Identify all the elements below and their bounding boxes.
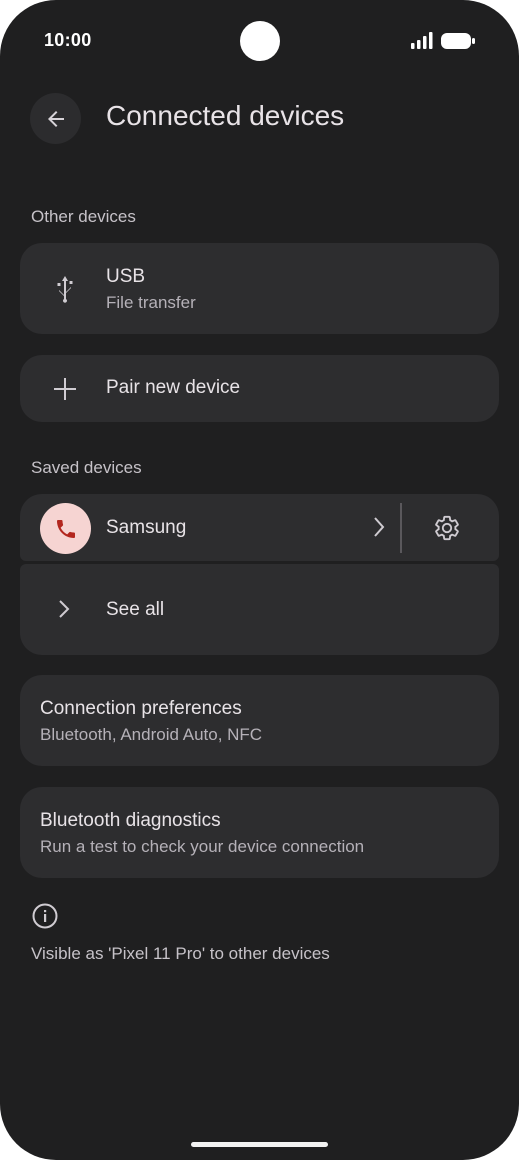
connection-preferences-title: Connection preferences — [40, 698, 242, 719]
connection-preferences-item[interactable]: Connection preferences Bluetooth, Androi… — [20, 675, 499, 766]
phone-screen: 10:00 Connected devices Other devices US… — [0, 0, 519, 1160]
usb-icon — [52, 274, 78, 304]
back-button[interactable] — [30, 93, 81, 144]
navigation-handle[interactable] — [191, 1142, 328, 1147]
saved-devices-label: Saved devices — [31, 458, 142, 477]
pair-new-device-label: Pair new device — [106, 377, 241, 398]
bluetooth-diagnostics-subtitle: Run a test to check your device connecti… — [40, 837, 365, 856]
bluetooth-diagnostics-title: Bluetooth diagnostics — [40, 810, 221, 831]
arrow-back-icon — [47, 110, 64, 127]
device-avatar — [40, 503, 91, 554]
signal-icon — [411, 32, 433, 49]
pair-new-device-item[interactable]: Pair new device — [20, 355, 499, 422]
connection-preferences-subtitle: Bluetooth, Android Auto, NFC — [40, 725, 263, 744]
camera-cutout — [240, 21, 280, 61]
chevron-right-icon[interactable] — [369, 516, 389, 538]
bluetooth-diagnostics-item[interactable]: Bluetooth diagnostics Run a test to chec… — [20, 787, 499, 878]
battery-icon — [441, 33, 475, 49]
visibility-text: Visible as 'Pixel 11 Pro' to other devic… — [31, 944, 330, 963]
see-all-label: See all — [106, 599, 165, 620]
saved-device-samsung[interactable]: Samsung — [20, 494, 499, 561]
usb-subtitle: File transfer — [106, 293, 196, 312]
usb-title: USB — [106, 266, 146, 287]
chevron-right-icon — [57, 599, 71, 619]
divider — [400, 503, 402, 553]
page-title: Connected devices — [106, 100, 345, 131]
other-devices-label: Other devices — [31, 207, 136, 226]
status-time: 10:00 — [44, 30, 92, 50]
see-all-item[interactable]: See all — [20, 564, 499, 655]
device-settings-button[interactable] — [432, 513, 462, 543]
gear-icon — [435, 515, 459, 541]
phone-icon — [56, 519, 75, 538]
info-icon — [31, 902, 59, 930]
usb-item[interactable]: USB File transfer — [20, 243, 499, 334]
status-bar: 10:00 — [0, 0, 519, 82]
device-name: Samsung — [106, 517, 187, 538]
plus-icon — [52, 376, 78, 402]
